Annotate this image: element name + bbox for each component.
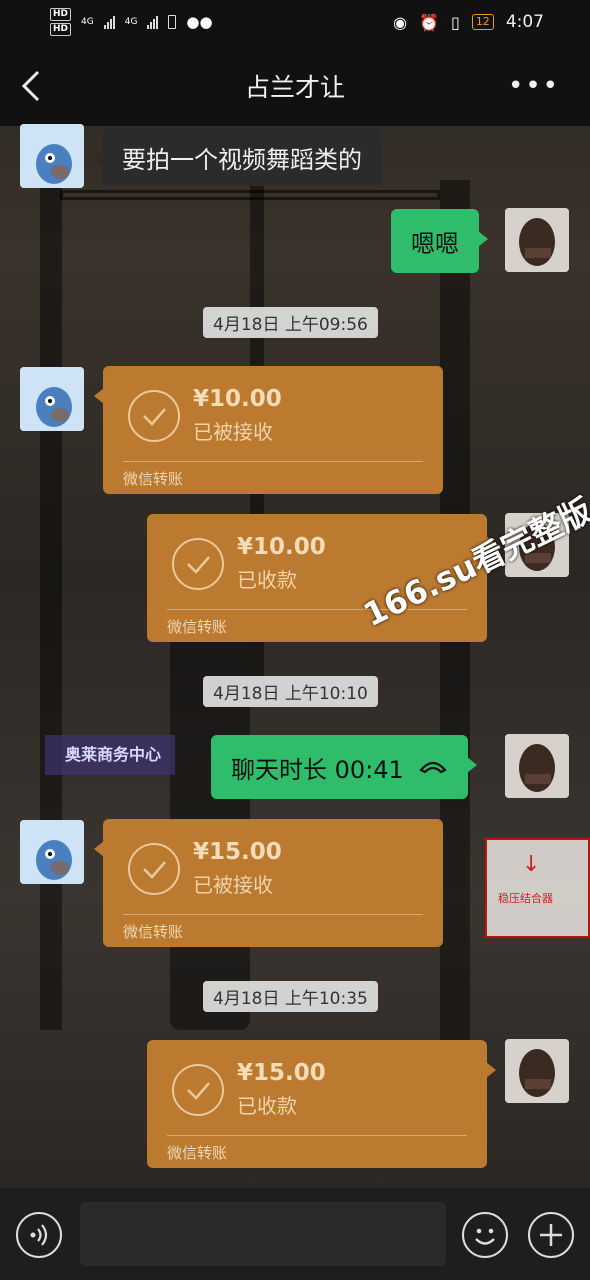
- message-bubble[interactable]: 要拍一个视频舞蹈类的: [93, 128, 382, 186]
- plus-icon: [540, 1224, 562, 1246]
- chat-header: 占兰才让 •••: [0, 46, 590, 126]
- status-bar: HD HD 4G 4G ●● ◉ ⏰ ▯ 12 4:07: [0, 0, 590, 46]
- my-avatar[interactable]: [505, 208, 569, 272]
- voice-icon: [30, 1224, 48, 1246]
- transfer-amount: ¥15.00: [193, 839, 282, 865]
- message-bubble[interactable]: 嗯嗯: [391, 209, 488, 273]
- divider: [167, 1135, 467, 1136]
- my-avatar[interactable]: [505, 734, 569, 798]
- dinosaur-avatar-icon: [20, 820, 84, 884]
- transfer-footer: 微信转账: [167, 1144, 228, 1162]
- transfer-footer: 微信转账: [123, 923, 184, 941]
- check-circle-icon: [172, 1064, 224, 1116]
- check-circle-icon: [172, 538, 224, 590]
- signal-icon: [103, 15, 115, 29]
- emoji-button[interactable]: [462, 1212, 508, 1258]
- transfer-amount: ¥15.00: [237, 1060, 326, 1086]
- transfer-amount: ¥10.00: [237, 534, 326, 560]
- transfer-amount: ¥10.00: [193, 386, 282, 412]
- wechat-icon: ●●: [186, 13, 213, 31]
- contact-avatar[interactable]: [20, 124, 84, 188]
- my-avatar[interactable]: [505, 1039, 569, 1103]
- divider: [123, 461, 423, 462]
- transfer-status: 已被接收: [193, 420, 273, 444]
- more-options-button[interactable]: •••: [508, 73, 560, 99]
- dinosaur-avatar-icon: [20, 124, 84, 188]
- divider: [123, 914, 423, 915]
- hd-badge: HD: [50, 8, 72, 21]
- more-functions-button[interactable]: [528, 1212, 574, 1258]
- input-bar: [0, 1188, 590, 1280]
- contact-avatar[interactable]: [20, 820, 84, 884]
- message-input[interactable]: [80, 1202, 446, 1266]
- timestamp: 4月18日 上午10:10: [203, 676, 378, 707]
- eye-icon: ◉: [393, 12, 408, 32]
- bg-door-frame: [60, 190, 440, 200]
- timestamp: 4月18日 上午09:56: [203, 307, 378, 338]
- chat-title: 占兰才让: [244, 73, 345, 102]
- sim-battery-icon: [168, 15, 177, 29]
- battery-icon: 12: [471, 14, 494, 30]
- transfer-status: 已被接收: [193, 873, 273, 897]
- timestamp: 4月18日 上午10:35: [203, 981, 378, 1012]
- person-avatar-icon: [505, 208, 569, 272]
- contact-avatar[interactable]: [20, 367, 84, 431]
- vibrate-icon: ▯: [451, 12, 460, 32]
- transfer-footer: 微信转账: [123, 470, 184, 488]
- bg-person-silhouette: [170, 600, 250, 1030]
- call-duration-text: 聊天时长 00:41: [231, 755, 404, 784]
- transfer-card[interactable]: ¥10.00 已被接收 微信转账: [94, 366, 443, 494]
- alarm-icon: ⏰: [419, 12, 439, 32]
- dinosaur-avatar-icon: [20, 367, 84, 431]
- transfer-card[interactable]: ¥15.00 已收款 微信转账: [147, 1040, 496, 1168]
- transfer-footer: 微信转账: [167, 618, 228, 636]
- call-record-bubble[interactable]: 聊天时长 00:41: [211, 735, 477, 799]
- phone-hangup-icon: [419, 761, 447, 774]
- check-circle-icon: [128, 843, 180, 895]
- person-avatar-icon: [505, 1039, 569, 1103]
- bg-sign: 奥莱商务中心: [45, 735, 175, 775]
- bg-door-frame: [40, 170, 62, 1030]
- transfer-status: 已收款: [237, 1094, 297, 1118]
- network-type: 4G: [124, 17, 138, 27]
- clock: 4:07: [505, 12, 544, 32]
- network-type: 4G: [81, 17, 94, 27]
- smiley-icon: [475, 1228, 495, 1245]
- transfer-status: 已收款: [237, 568, 297, 592]
- bg-box-label: 稳压结合器: [498, 892, 553, 905]
- signal-icon: [147, 15, 159, 29]
- transfer-card[interactable]: ¥15.00 已被接收 微信转账: [94, 819, 443, 947]
- person-avatar-icon: [505, 734, 569, 798]
- hd-badge: HD: [50, 23, 72, 36]
- check-circle-icon: [128, 390, 180, 442]
- bg-arrow-icon: ↓: [522, 852, 541, 877]
- voice-input-button[interactable]: [16, 1212, 62, 1258]
